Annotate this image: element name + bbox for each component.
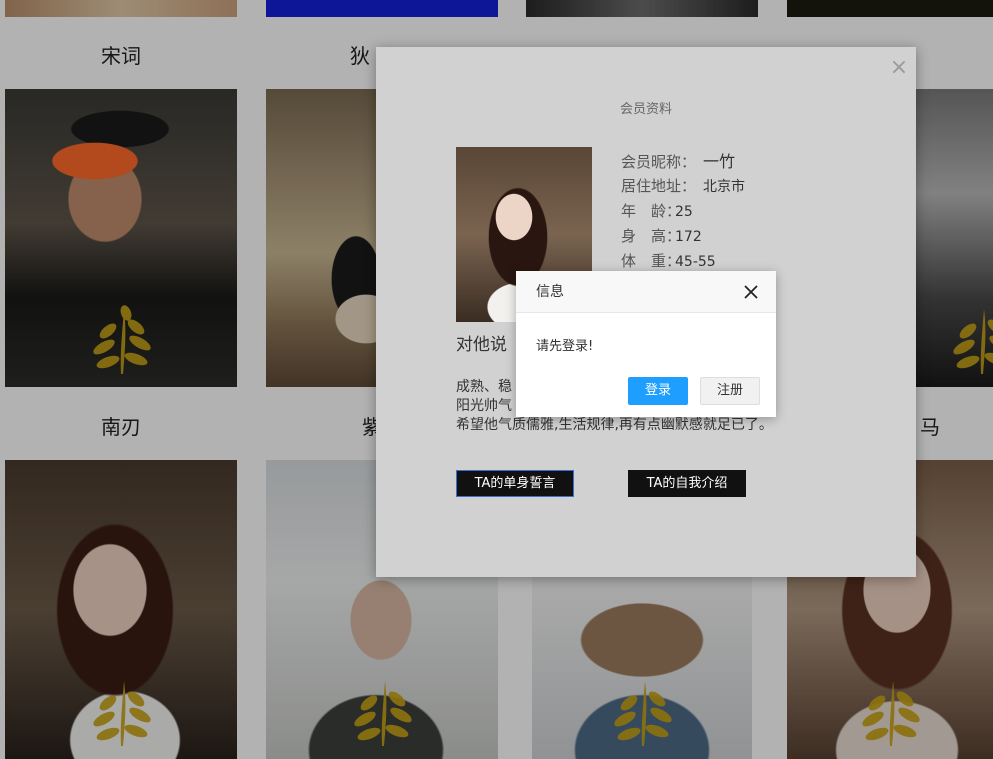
info-row-address: 居住地址： 北京市 (621, 174, 745, 199)
info-label: 会员昵称： (621, 153, 697, 171)
info-value: 45-55 (675, 254, 716, 270)
close-icon[interactable] (742, 283, 760, 301)
info-value: 25 (675, 204, 693, 220)
info-label: 身 高： (621, 227, 682, 245)
login-alert-dialog: 信息 请先登录! 登录 注册 (516, 271, 776, 417)
login-button[interactable]: 登录 (628, 377, 688, 405)
info-row-height: 身 高：172 (621, 224, 745, 249)
info-row-age: 年 龄：25 (621, 199, 745, 224)
say-to-him-label[interactable]: 对他说 (456, 330, 507, 355)
register-button[interactable]: 注册 (700, 377, 760, 405)
info-label: 年 龄： (621, 202, 682, 220)
modal-title: 会员资料 (619, 102, 672, 117)
description-line: 希望他气质儒雅,生活规律,再有点幽默感就足已了。 (456, 417, 773, 433)
dialog-message: 请先登录! (536, 339, 594, 354)
info-value: 一竹 (703, 152, 736, 171)
info-value: 172 (675, 229, 702, 245)
close-icon[interactable]: × (888, 57, 910, 79)
info-label: 居住地址： (621, 177, 697, 195)
info-row-nickname: 会员昵称： 一竹 (621, 149, 745, 174)
dialog-title: 信息 (536, 284, 564, 300)
dialog-header: 信息 (516, 271, 776, 313)
info-value: 北京市 (703, 179, 745, 195)
oath-button[interactable]: TA的单身誓言 (456, 470, 574, 497)
intro-button[interactable]: TA的自我介绍 (628, 470, 746, 497)
member-info: 会员昵称： 一竹 居住地址： 北京市 年 龄：25 身 高：172 体 重：45-5… (621, 149, 745, 274)
